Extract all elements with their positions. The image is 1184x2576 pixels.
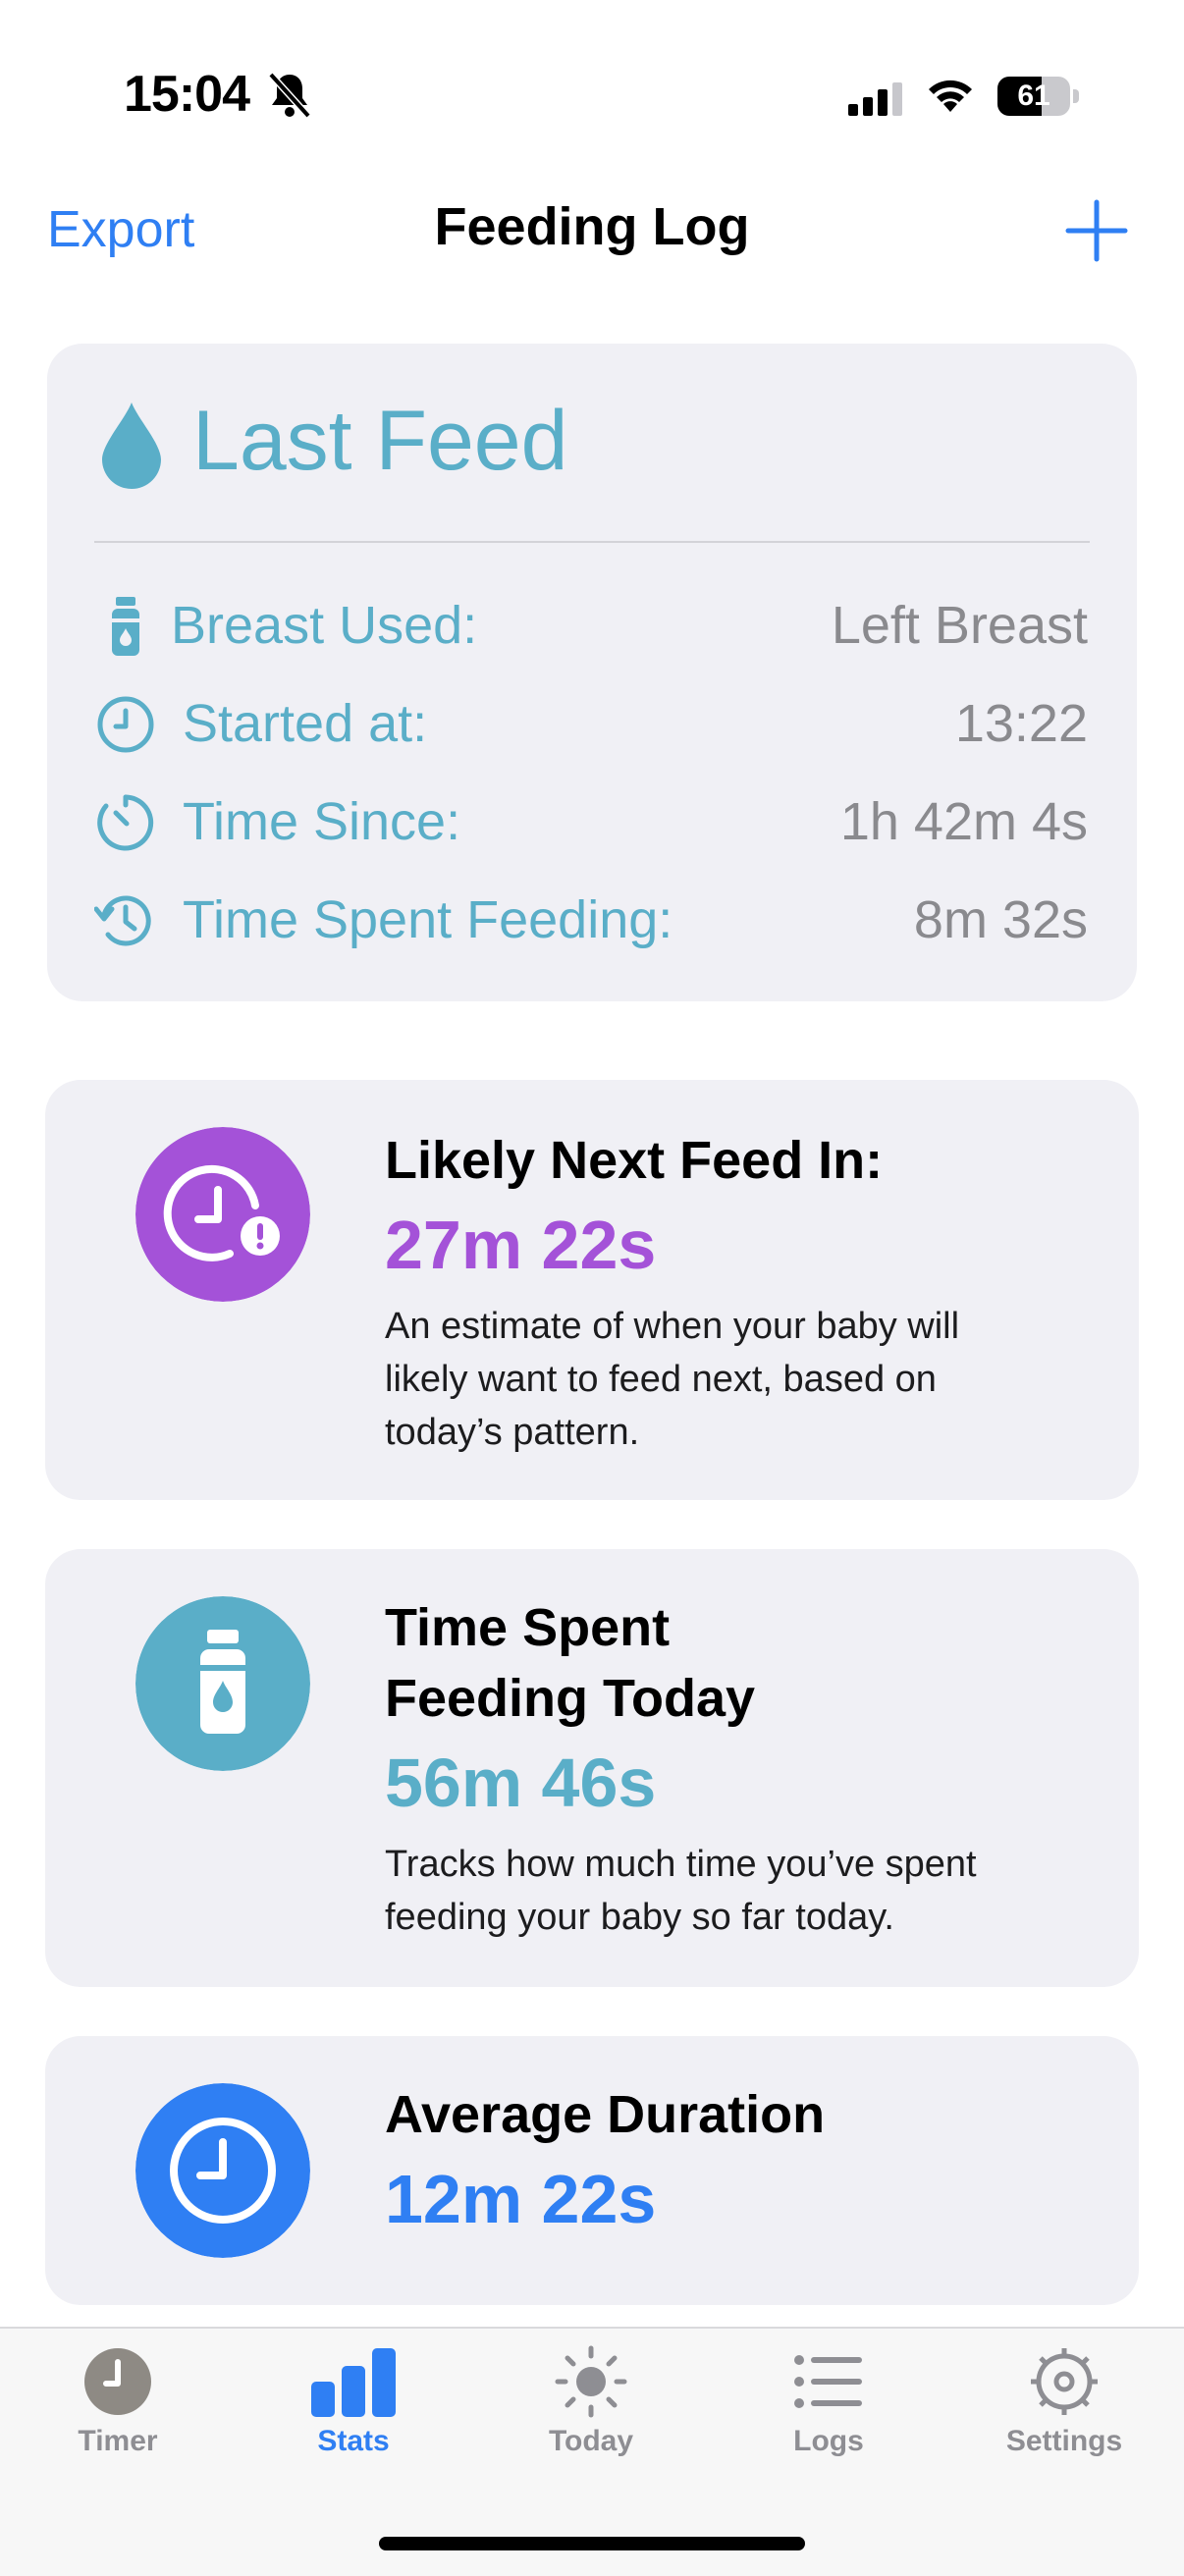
page-title: Feeding Log	[434, 197, 750, 256]
bar-chart-icon	[311, 2348, 396, 2417]
timer-icon	[84, 2348, 151, 2415]
battery-percent: 61	[1017, 80, 1050, 112]
time-since-value: 1h 42m 4s	[839, 792, 1088, 851]
tab-label-stats: Stats	[317, 2425, 390, 2457]
gear-icon	[1031, 2348, 1098, 2415]
tab-logs[interactable]: Logs	[711, 2344, 946, 2458]
breast-used-value: Left Breast	[831, 596, 1088, 655]
tab-timer[interactable]: Timer	[0, 2344, 236, 2458]
home-indicator	[379, 2537, 805, 2550]
battery-indicator: 61	[997, 77, 1080, 116]
time-spent-today-value: 56m 46s	[385, 1744, 657, 1821]
timer-icon	[97, 794, 154, 851]
history-icon	[94, 895, 151, 946]
divider	[94, 541, 1090, 543]
list-icon	[794, 2355, 862, 2408]
breast-used-label: Breast Used:	[171, 596, 478, 655]
tab-today[interactable]: Today	[473, 2344, 709, 2458]
tab-label-timer: Timer	[78, 2425, 158, 2457]
bottle-icon	[135, 1596, 310, 1771]
time-spent-today-description: Tracks how much time you’ve spent feedin…	[385, 1844, 977, 1938]
time-spent-today-title: Time Spent Feeding Today	[385, 1598, 756, 1728]
sun-icon	[555, 2345, 627, 2418]
time-since-label: Time Since:	[183, 792, 461, 851]
started-at-value: 13:22	[954, 694, 1088, 753]
tab-stats[interactable]: Stats	[236, 2344, 471, 2458]
clock-icon	[97, 696, 154, 753]
bottle-icon	[112, 597, 139, 656]
next-feed-value: 27m 22s	[385, 1207, 657, 1283]
plus-icon[interactable]	[1064, 198, 1129, 263]
clock-icon	[135, 2083, 310, 2258]
status-time: 15:04	[124, 66, 250, 123]
started-at-label: Started at:	[183, 694, 428, 753]
drop-icon	[102, 402, 161, 489]
tab-settings[interactable]: Settings	[946, 2344, 1182, 2458]
next-feed-title: Likely Next Feed In:	[385, 1131, 884, 1190]
last-feed-title: Last Feed	[192, 394, 568, 488]
tab-label-logs: Logs	[793, 2425, 864, 2457]
next-feed-description: An estimate of when your baby will likel…	[385, 1306, 960, 1453]
clock-alert-icon	[135, 1127, 310, 1302]
tab-label-settings: Settings	[1005, 2425, 1123, 2457]
wifi-icon	[929, 80, 972, 112]
average-duration-title: Average Duration	[385, 2085, 826, 2144]
average-duration-value: 12m 22s	[385, 2161, 657, 2237]
silent-bell-icon	[268, 72, 311, 119]
time-spent-feeding-value: 8m 32s	[913, 890, 1088, 949]
tab-label-today: Today	[548, 2425, 634, 2457]
cellular-signal-icon	[848, 82, 902, 116]
